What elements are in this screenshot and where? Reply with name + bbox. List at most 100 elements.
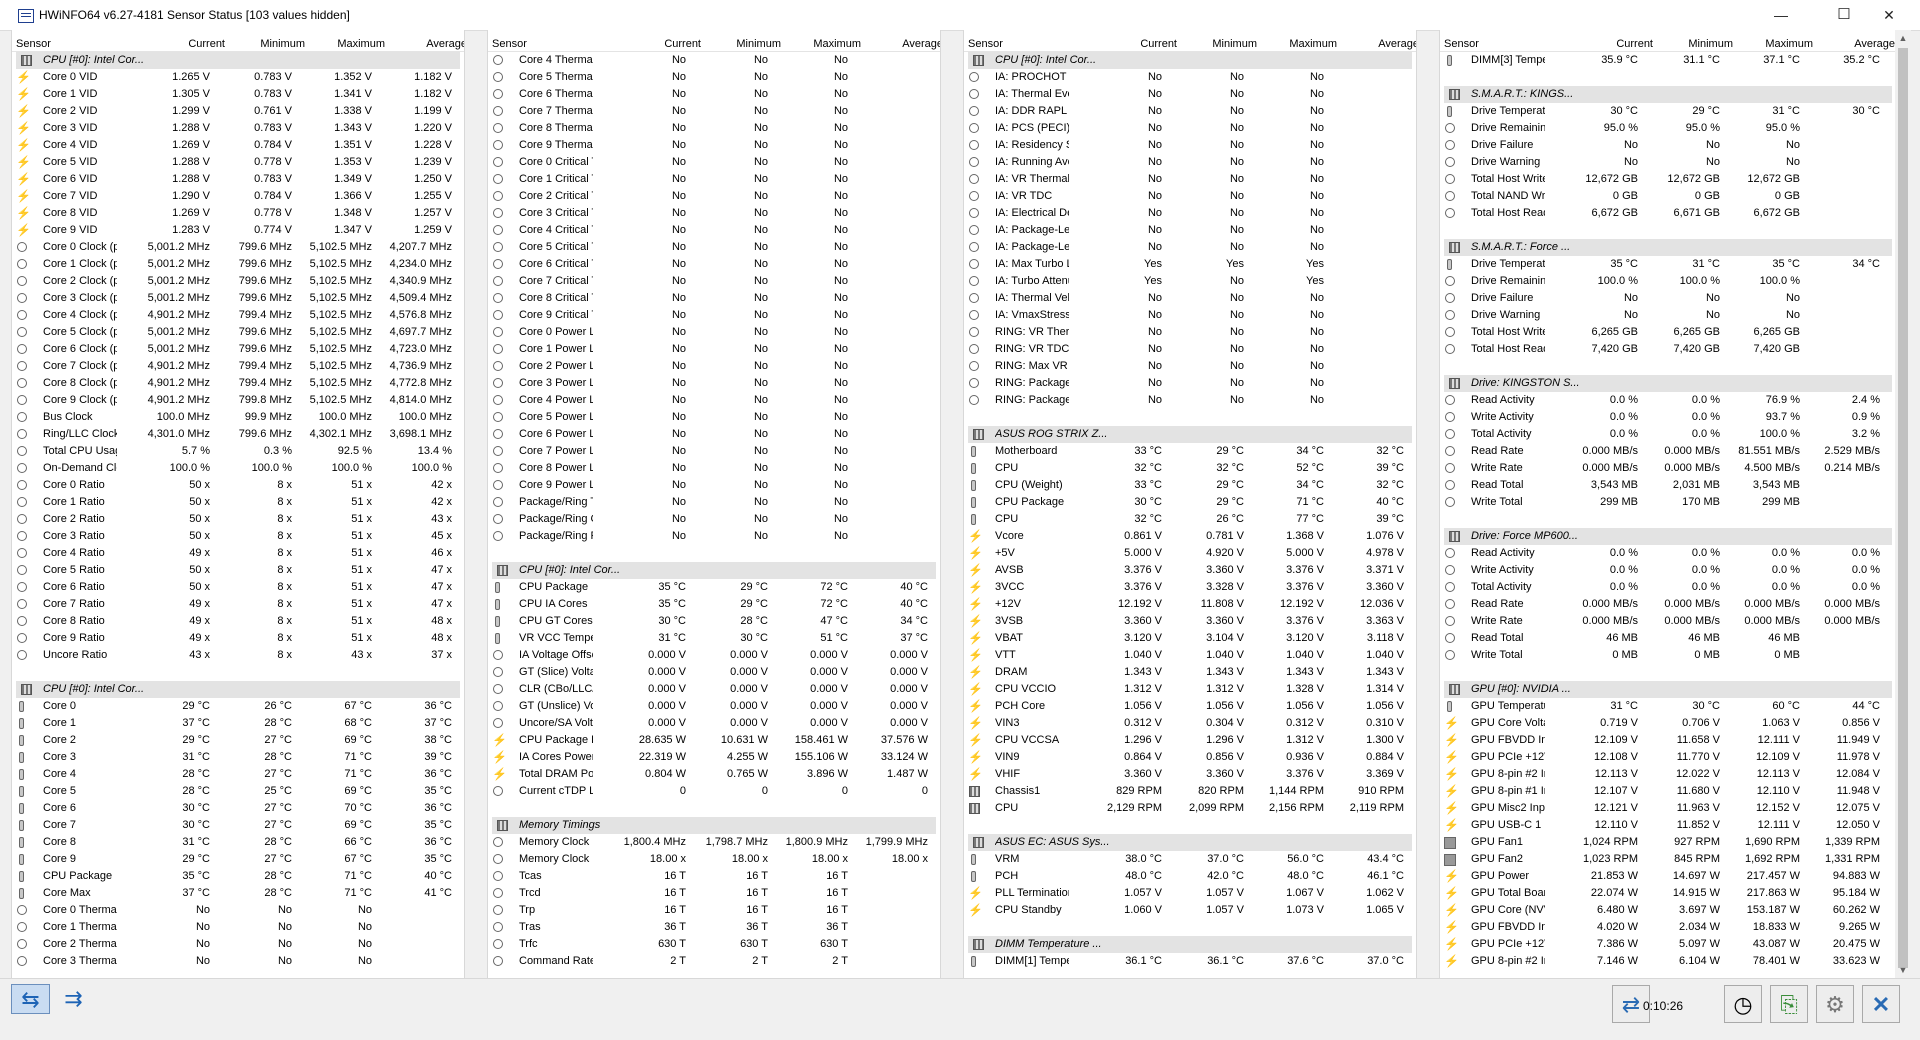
sensor-row[interactable]: Read Total 3,543 MB 2,031 MB 3,543 MB bbox=[1440, 477, 1896, 494]
sensor-group-header[interactable]: S.M.A.R.T.: Force ... bbox=[1444, 239, 1892, 256]
sensor-group-header[interactable]: CPU [#0]: Intel Cor... bbox=[968, 52, 1412, 69]
sensor-row[interactable]: Write Activity 0.0 % 0.0 % 93.7 % 0.9 % bbox=[1440, 409, 1896, 426]
sensor-row[interactable]: Core 6 Thermal Thr...NoNoNo bbox=[488, 86, 940, 103]
column-header-current[interactable]: Current bbox=[1563, 37, 1653, 51]
sensor-row[interactable]: Core 4 Thermal Thr...NoNoNo bbox=[488, 52, 940, 69]
sensor-row[interactable]: IA: PROCHOT No No No bbox=[964, 69, 1416, 86]
sensor-row[interactable]: GPU Fan2 1,023 RPM 845 RPM 1,692 RPM 1,331 R… bbox=[1440, 851, 1896, 868]
sensor-row[interactable]: Core 2 29 °C 27 °C 69 °C 38 °C bbox=[12, 732, 464, 749]
sensor-row[interactable]: Drive Warning No No No bbox=[1440, 307, 1896, 324]
column-header-maximum[interactable]: Maximum bbox=[771, 37, 861, 51]
sensor-row[interactable]: ⚡GPU USB-C 1 Input ...12.110 V11.852 V12… bbox=[1440, 817, 1896, 834]
sensor-row[interactable]: Core 9 Thermal Thr...NoNoNo bbox=[488, 137, 940, 154]
sensor-row[interactable]: Write Total 0 MB 0 MB 0 MB bbox=[1440, 647, 1896, 664]
sensor-row[interactable]: DIMM[3] Temperature35.9 °C31.1 °C37.1 °C… bbox=[1440, 52, 1896, 69]
sensor-row[interactable]: Read Rate 0.000 MB/s 0.000 MB/s 0.000 MB/s 0… bbox=[1440, 596, 1896, 613]
sensor-row[interactable]: VRM 38.0 °C 37.0 °C 56.0 °C 43.4 °C bbox=[964, 851, 1416, 868]
sensor-row[interactable]: DIMM[1] Temperature36.1 °C36.1 °C37.6 °C… bbox=[964, 953, 1416, 970]
sensor-row[interactable]: IA: Running Averag...NoNoNo bbox=[964, 154, 1416, 171]
sensor-row[interactable]: Core 2 Ratio 50 x8 x 51 x 43 x bbox=[12, 511, 464, 528]
sensor-row[interactable]: Core 9 Power Limit ...NoNoNo bbox=[488, 477, 940, 494]
settings-button[interactable]: ⚙ bbox=[1816, 985, 1854, 1023]
sensor-row[interactable]: Core 1 Critical Tem...NoNoNo bbox=[488, 171, 940, 188]
column-header-current[interactable]: Current bbox=[135, 37, 225, 51]
sensor-row[interactable]: Core 2 Thermal Thr...NoNoNo bbox=[12, 936, 464, 953]
sensor-group-header[interactable]: ASUS ROG STRIX Z... bbox=[968, 426, 1412, 443]
sensor-group-header[interactable]: Drive: Force MP600... bbox=[1444, 528, 1892, 545]
sensor-row[interactable]: Core 8 31 °C 28 °C 66 °C 36 °C bbox=[12, 834, 464, 851]
sensor-row[interactable]: ⚡ VIN3 0.312 V 0.304 V 0.312 V 0.310 V bbox=[964, 715, 1416, 732]
column-header-average[interactable]: Average bbox=[851, 37, 940, 51]
sensor-row[interactable]: Read Total 46 MB 46 MB 46 MB bbox=[1440, 630, 1896, 647]
sensor-row[interactable]: Core 9 Ratio 49 x8 x 51 x 48 x bbox=[12, 630, 464, 647]
sensor-row[interactable]: CLR (CBo/LLC/Ring)...0.000 V0.000 V0.000… bbox=[488, 681, 940, 698]
sensor-row[interactable]: Core 6 Critical Tem...NoNoNo bbox=[488, 256, 940, 273]
sensor-row[interactable]: CPU (Weight) 33 °C 29 °C 34 °C 32 °C bbox=[964, 477, 1416, 494]
sensor-row[interactable]: ⚡ DRAM 1.343 V 1.343 V 1.343 V 1.343 V bbox=[964, 664, 1416, 681]
sensor-row[interactable]: ⚡GPU PCIe +12V Inp...12.108 V11.770 V12.… bbox=[1440, 749, 1896, 766]
sensor-row[interactable]: ⚡ VTT 1.040 V 1.040 V 1.040 V 1.040 V bbox=[964, 647, 1416, 664]
sensor-row[interactable]: ⚡ Core 3 VID 1.288 V 0.783 V 1.343 V 1.220 V bbox=[12, 120, 464, 137]
sensor-group-header[interactable]: CPU [#0]: Intel Cor... bbox=[16, 52, 460, 69]
sensor-row[interactable]: ⚡ +12V 12.192 V 11.808 V 12.192 V 12.036 V bbox=[964, 596, 1416, 613]
column-header-current[interactable]: Current bbox=[611, 37, 701, 51]
sensor-row[interactable]: Read Activity 0.0 % 0.0 % 76.9 % 2.4 % bbox=[1440, 392, 1896, 409]
sensor-row[interactable]: Core 3 31 °C 28 °C 71 °C 39 °C bbox=[12, 749, 464, 766]
sensor-row[interactable]: Core 6 Ratio 50 x8 x 51 x 47 x bbox=[12, 579, 464, 596]
sensor-row[interactable]: ⚡ Core 6 VID 1.288 V 0.783 V 1.349 V 1.250 V bbox=[12, 171, 464, 188]
sensor-row[interactable]: Core 7 Thermal Thr...NoNoNo bbox=[488, 103, 940, 120]
sensor-row[interactable]: ⚡ Core 2 VID 1.299 V 0.761 V 1.338 V 1.199 V bbox=[12, 103, 464, 120]
sensor-row[interactable]: IA: VmaxStress No No No bbox=[964, 307, 1416, 324]
sensor-row[interactable]: Total Host Writes6,265 GB6,265 GB6,265 G… bbox=[1440, 324, 1896, 341]
column-header-maximum[interactable]: Maximum bbox=[295, 37, 385, 51]
sensor-row[interactable]: ⚡ IA Cores Power 22.319 W 4.255 W 155.106 W3… bbox=[488, 749, 940, 766]
sensor-row[interactable]: Core 0 29 °C 26 °C 67 °C 36 °C bbox=[12, 698, 464, 715]
sensor-row[interactable]: Drive Warning No No No bbox=[1440, 154, 1896, 171]
column-header-average[interactable]: Average bbox=[1327, 37, 1416, 51]
sensor-row[interactable]: ⚡ VBAT 3.120 V 3.104 V 3.120 V 3.118 V bbox=[964, 630, 1416, 647]
sensor-row[interactable]: IA: PCS (PECI) No No No bbox=[964, 120, 1416, 137]
sensor-row[interactable]: Core 2 Power Limit ...NoNoNo bbox=[488, 358, 940, 375]
sensor-row[interactable]: IA: Turbo Attenuati...YesNoYes bbox=[964, 273, 1416, 290]
sensor-row[interactable]: RING: VR Thermal ...NoNoNo bbox=[964, 324, 1416, 341]
sensor-row[interactable]: VR VCC Temperatur...31 °C30 °C51 °C37 °C bbox=[488, 630, 940, 647]
sensor-row[interactable]: Core 8 Ratio 49 x8 x 51 x 48 x bbox=[12, 613, 464, 630]
sensor-row[interactable]: ⚡ VIN9 0.864 V 0.856 V 0.936 V 0.884 V bbox=[964, 749, 1416, 766]
sensor-row[interactable]: Core 0 Thermal Thr...NoNoNo bbox=[12, 902, 464, 919]
sensor-row[interactable]: IA: Max Turbo LimitYesYesYes bbox=[964, 256, 1416, 273]
sensor-row[interactable]: Core 3 Power Limit ...NoNoNo bbox=[488, 375, 940, 392]
sensor-row[interactable]: ⚡GPU PCIe +12V Inp...7.386 W5.097 W43.08… bbox=[1440, 936, 1896, 953]
sensor-row[interactable]: Total Host Reads6,672 GB6,671 GB6,672 GB bbox=[1440, 205, 1896, 222]
sensor-row[interactable]: Total CPU Usage5.7 %0.3 %92.5 %13.4 % bbox=[12, 443, 464, 460]
sensor-row[interactable]: IA: Residency Stat...NoNoNo bbox=[964, 137, 1416, 154]
sensor-row[interactable]: ⚡ +5V 5.000 V 4.920 V 5.000 V 4.978 V bbox=[964, 545, 1416, 562]
sensor-row[interactable]: IA: Thermal EventNoNoNo bbox=[964, 86, 1416, 103]
sensor-row[interactable]: GPU Temperature31 °C30 °C60 °C44 °C bbox=[1440, 698, 1896, 715]
column-header-sensor[interactable]: Sensor bbox=[1444, 37, 1524, 51]
scroll-up-arrow-icon[interactable]: ▲ bbox=[1895, 30, 1911, 46]
sensor-group-header[interactable]: GPU [#0]: NVIDIA ... bbox=[1444, 681, 1892, 698]
sensor-group-header[interactable]: ASUS EC: ASUS Sys... bbox=[968, 834, 1412, 851]
sensor-row[interactable]: CPU GT Cores (Gra...30 °C28 °C47 °C34 °C bbox=[488, 613, 940, 630]
sensor-row[interactable]: Drive Temperature30 °C29 °C31 °C30 °C bbox=[1440, 103, 1896, 120]
sensor-row[interactable]: Core 5 28 °C 25 °C 69 °C 35 °C bbox=[12, 783, 464, 800]
sensor-row[interactable]: Core 6 Clock (perf ...5,001.2 MHz799.6 M… bbox=[12, 341, 464, 358]
sensor-row[interactable]: Core 0 Ratio 50 x8 x 51 x 42 x bbox=[12, 477, 464, 494]
sensor-row[interactable]: ⚡GPU 8-pin #2 Input...12.113 V12.022 V12… bbox=[1440, 766, 1896, 783]
sensor-row[interactable]: ⚡GPU Misc2 Input Vol...12.121 V11.963 V1… bbox=[1440, 800, 1896, 817]
sensor-row[interactable]: CPU 2,129 RPM 2,099 RPM 2,156 RPM 2,119 RPM bbox=[964, 800, 1416, 817]
sensor-row[interactable]: RING: VR TDC No No No bbox=[964, 341, 1416, 358]
maximize-button[interactable]: ☐ bbox=[1821, 0, 1867, 30]
sensor-row[interactable]: Core 7 Power Limit ...NoNoNo bbox=[488, 443, 940, 460]
column-header-average[interactable]: Average bbox=[1803, 37, 1895, 51]
layout-toggle-button[interactable]: ⇆ bbox=[11, 984, 50, 1014]
sensor-row[interactable]: Drive Remaining Life100.0 %100.0 %100.0 … bbox=[1440, 273, 1896, 290]
sensor-row[interactable]: GT (Unslice) Voltag...0.000 V0.000 V0.00… bbox=[488, 698, 940, 715]
sensor-row[interactable]: Core 7 Critical Tem...NoNoNo bbox=[488, 273, 940, 290]
expand-columns-button[interactable]: ⇉ bbox=[54, 984, 93, 1014]
sensor-row[interactable]: Core 7 30 °C 27 °C 69 °C 35 °C bbox=[12, 817, 464, 834]
sensor-row[interactable]: Drive Temperature35 °C31 °C35 °C34 °C bbox=[1440, 256, 1896, 273]
sensor-row[interactable]: CPU 32 °C 32 °C 52 °C 39 °C bbox=[964, 460, 1416, 477]
sensor-row[interactable]: Uncore/SA Voltage ...0.000 V0.000 V0.000… bbox=[488, 715, 940, 732]
sensor-row[interactable]: Core 3 Clock (perf ...5,001.2 MHz799.6 M… bbox=[12, 290, 464, 307]
